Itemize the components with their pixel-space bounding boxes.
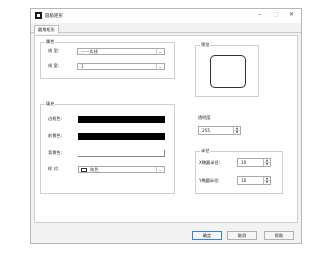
line-type-select[interactable]: ——实线 ⌄ (77, 48, 165, 55)
line-width-value: 1 (81, 64, 84, 69)
x-radius-spin-buttons[interactable]: ▲ ▼ (263, 159, 270, 166)
maximize-icon[interactable]: □ (273, 11, 279, 18)
rounded-rect-dialog: 圆角矩形 – □ ✕ 圆角矩形 属性 线 型: ——实线 ⌄ 线 宽: 1 ⌄ … (30, 8, 302, 244)
chevron-down-icon[interactable]: ⌄ (156, 49, 163, 54)
y-radius-spin-buttons[interactable]: ▲ ▼ (263, 177, 270, 184)
border-color-swatch[interactable] (78, 116, 165, 123)
border-color-label: 边框色: (48, 116, 62, 121)
radius-group: 半径 X椭圆半径: 10 ▲ ▼ Y椭圆半径: 10 ▲ ▼ (195, 148, 283, 194)
foreground-color-swatch[interactable] (78, 133, 165, 140)
rounded-rect-preview (210, 55, 246, 88)
spin-down-icon[interactable]: ▼ (264, 163, 270, 166)
y-radius-spinbox[interactable]: 10 ▲ ▼ (237, 176, 271, 185)
preview-legend: 预览 (200, 42, 211, 48)
tab-rounded-rect[interactable]: 圆角矩形 (34, 25, 59, 34)
fill-style-value: 纯色 (90, 167, 99, 172)
chevron-down-icon[interactable]: ⌄ (156, 167, 163, 172)
help-button[interactable]: 帮助 (264, 231, 294, 240)
line-type-label: 线 型: (48, 48, 60, 53)
spin-down-icon[interactable]: ▼ (234, 131, 240, 134)
cancel-button[interactable]: 取消 (227, 231, 257, 240)
opacity-label: 透明度 (198, 115, 211, 120)
minimize-icon[interactable]: – (258, 11, 261, 18)
y-radius-label: Y椭圆半径: (199, 178, 220, 183)
background-color-label: 背景色: (48, 150, 62, 155)
style-label: 样 式: (48, 166, 60, 171)
properties-legend: 属性 (45, 39, 56, 45)
foreground-color-label: 前景色: (48, 133, 62, 138)
opacity-value: 255 (202, 128, 210, 133)
tab-bar: 圆角矩形 (31, 23, 301, 34)
opacity-spin-buttons[interactable]: ▲ ▼ (233, 127, 240, 134)
ok-button[interactable]: 确定 (192, 231, 222, 240)
line-width-select[interactable]: 1 ⌄ (77, 63, 165, 70)
tab-panel: 属性 线 型: ——实线 ⌄ 线 宽: 1 ⌄ 预览 填充 边框色: 前景色: … (34, 35, 298, 223)
app-icon (35, 12, 42, 19)
preview-group: 预览 (195, 42, 259, 97)
spin-down-icon[interactable]: ▼ (264, 181, 270, 184)
window-title: 圆角矩形 (45, 14, 63, 19)
x-radius-label: X椭圆半径: (199, 160, 221, 165)
title-bar: 圆角矩形 – □ ✕ (31, 9, 301, 23)
opacity-spinbox[interactable]: 255 ▲ ▼ (198, 126, 241, 135)
chevron-down-icon[interactable]: ⌄ (156, 64, 163, 69)
fill-group: 填充 边框色: 前景色: 背景色: 样 式: 纯色 ⌄ (40, 101, 175, 194)
checkbox-icon (81, 168, 87, 172)
x-radius-value: 10 (241, 160, 247, 165)
y-radius-value: 10 (241, 178, 247, 183)
radius-legend: 半径 (200, 148, 211, 154)
x-radius-spinbox[interactable]: 10 ▲ ▼ (237, 158, 271, 167)
fill-legend: 填充 (45, 101, 56, 107)
line-width-label: 线 宽: (48, 63, 60, 68)
line-type-value: ——实线 (81, 49, 98, 54)
close-icon[interactable]: ✕ (289, 11, 294, 18)
background-color-swatch[interactable] (78, 150, 165, 157)
properties-group: 属性 线 型: ——实线 ⌄ 线 宽: 1 ⌄ (40, 39, 175, 79)
fill-style-select[interactable]: 纯色 ⌄ (78, 166, 165, 173)
